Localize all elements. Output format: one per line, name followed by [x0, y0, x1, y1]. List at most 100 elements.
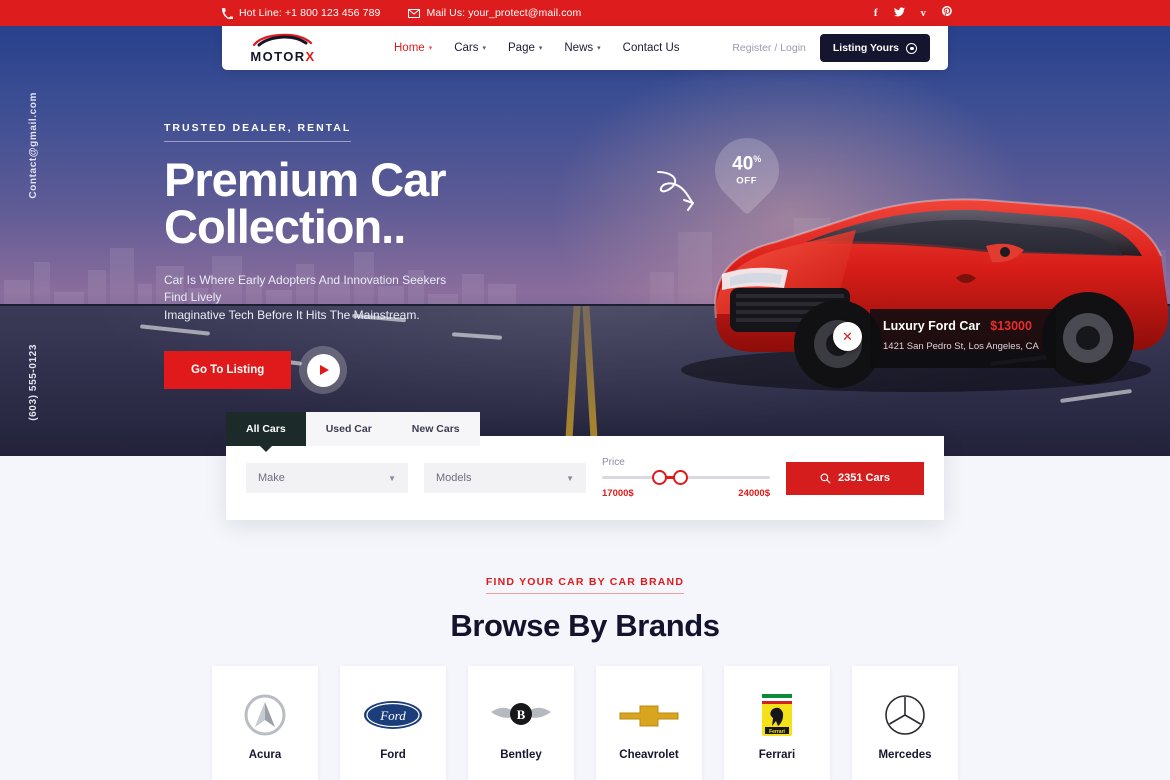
hero-title: Premium Car Collection..	[164, 156, 684, 250]
ford-logo-icon: Ford	[363, 689, 423, 741]
brand-grid: Acura Ford Ford B Bentley Cheavrolet Fer…	[0, 666, 1170, 780]
brand-name: Acura	[248, 749, 282, 761]
hotline-text: Hot Line: +1 800 123 456 789	[239, 7, 381, 19]
facebook-icon[interactable]: f	[874, 7, 878, 19]
chevron-down-icon: ▼	[388, 473, 396, 483]
brand-name: Ford	[380, 749, 406, 761]
car-silhouette-icon	[252, 33, 313, 47]
nav-item-page[interactable]: Page ▾	[508, 42, 542, 54]
top-bar-contact-group: Hot Line: +1 800 123 456 789 Mail Us: yo…	[222, 7, 722, 19]
price-label: Price	[602, 457, 625, 468]
svg-text:Ford: Ford	[379, 708, 406, 723]
models-select-value: Models	[436, 472, 472, 484]
play-icon	[306, 353, 340, 387]
brand-name: Mercedes	[878, 749, 932, 761]
brand-name: Bentley	[500, 749, 542, 761]
brand-name: Ferrari	[758, 749, 796, 761]
brands-section: FIND YOUR CAR BY CAR BRAND Browse By Bra…	[0, 572, 1170, 780]
site-logo[interactable]: MOTORX	[240, 33, 326, 63]
mail-item[interactable]: Mail Us: your_protect@mail.com	[408, 7, 581, 19]
hero-cta-group: Go To Listing	[164, 346, 684, 395]
ferrari-logo-icon: Ferrari	[760, 689, 794, 741]
brands-eyebrow: FIND YOUR CAR BY CAR BRAND	[485, 576, 685, 594]
register-login-link[interactable]: Register / Login	[732, 42, 806, 54]
chevron-down-icon: ▼	[566, 473, 574, 483]
search-icon	[820, 473, 831, 483]
hero-copy: TRUSTED DEALER, RENTAL Premium Car Colle…	[164, 118, 684, 395]
car-info-card: Luxury Ford Car $13000 1421 San Pedro St…	[870, 309, 1056, 368]
car-name: Luxury Ford Car	[883, 319, 981, 333]
search-panel: Make ▼ Models ▼ Price 17000$ 24000$ 2351…	[226, 436, 944, 520]
listing-yours-label: Listing Yours	[832, 42, 899, 54]
pinterest-icon[interactable]	[942, 6, 952, 20]
hero-subtitle-line-2: Imaginative Tech Before It Hits The Main…	[164, 307, 420, 322]
hotline-item[interactable]: Hot Line: +1 800 123 456 789	[222, 7, 380, 19]
brand-card-ferrari[interactable]: Ferrari Ferrari	[724, 666, 830, 780]
hero-title-line-2: Collection..	[164, 200, 406, 253]
price-min-value: 17000$	[602, 488, 634, 499]
chevron-down-icon: ▾	[538, 45, 543, 52]
tab-new-cars[interactable]: New Cars	[391, 412, 480, 446]
listing-yours-button[interactable]: Listing Yours	[819, 34, 930, 62]
car-card-close-button[interactable]: ✕	[833, 322, 862, 351]
price-max-value: 24000$	[738, 488, 770, 499]
chevrolet-logo-icon	[618, 689, 680, 741]
target-circle-icon	[906, 42, 917, 54]
play-video-button[interactable]	[299, 346, 348, 395]
price-slider-knob-min[interactable]	[652, 470, 668, 485]
svg-text:Ferrari: Ferrari	[769, 729, 785, 735]
brand-card-ford[interactable]: Ford Ford	[340, 666, 446, 780]
make-select-value: Make	[258, 472, 285, 484]
search-cars-button[interactable]: 2351 Cars	[786, 461, 924, 495]
nav-right-group: Register / Login Listing Yours	[732, 34, 930, 62]
envelope-icon	[408, 8, 421, 18]
price-values: 17000$ 24000$	[602, 488, 770, 499]
bentley-logo-icon: B	[489, 689, 553, 741]
tab-used-car[interactable]: Used Car	[305, 412, 392, 446]
chevron-down-icon: ▾	[428, 45, 433, 52]
price-slider-track[interactable]	[602, 470, 770, 485]
search-tabs: All Cars Used Car New Cars	[226, 412, 480, 452]
price-range-filter: Price 17000$ 24000$	[602, 457, 770, 499]
svg-text:B: B	[517, 707, 526, 722]
make-select[interactable]: Make ▼	[246, 463, 408, 493]
acura-logo-icon	[243, 689, 287, 741]
brand-card-chevrolet[interactable]: Cheavrolet	[596, 666, 702, 780]
hero-subtitle: Car Is Where Early Adopters And Innovati…	[164, 272, 464, 324]
brand-card-bentley[interactable]: B Bentley	[468, 666, 574, 780]
brand-card-acura[interactable]: Acura	[212, 666, 318, 780]
nav-item-home[interactable]: Home ▾	[394, 42, 432, 54]
hero-section: Contact@gmail.com (603) 555-0123 TRUSTED…	[0, 26, 1170, 456]
top-bar: Hot Line: +1 800 123 456 789 Mail Us: yo…	[0, 0, 1170, 26]
car-price: $13000	[990, 319, 1032, 333]
hero-eyebrow: TRUSTED DEALER, RENTAL	[164, 122, 352, 142]
side-phone[interactable]: (603) 555-0123	[28, 344, 39, 421]
nav-item-news[interactable]: News ▾	[564, 42, 600, 54]
brands-title: Browse By Brands	[450, 608, 720, 643]
nav-menu: Home ▾ Cars ▾ Page ▾ News ▾ Contact Us	[394, 42, 680, 54]
mail-text: Mail Us: your_protect@mail.com	[426, 7, 582, 19]
models-select[interactable]: Models ▼	[424, 463, 586, 493]
main-navbar: MOTORX Home ▾ Cars ▾ Page ▾ News ▾ Contact U…	[222, 26, 948, 70]
search-button-label: 2351 Cars	[838, 472, 890, 484]
nav-item-contact-us[interactable]: Contact Us	[623, 42, 680, 54]
brand-name: Cheavrolet	[619, 749, 679, 761]
hero-title-line-1: Premium Car	[164, 153, 447, 206]
nav-item-cars[interactable]: Cars ▾	[454, 42, 486, 54]
social-links: f v	[874, 6, 952, 20]
price-slider-knob-max[interactable]	[672, 470, 688, 485]
mercedes-logo-icon	[883, 689, 927, 741]
go-to-listing-button[interactable]: Go To Listing	[164, 351, 292, 390]
page-root: Hot Line: +1 800 123 456 789 Mail Us: yo…	[0, 0, 1170, 780]
logo-text: MOTORX	[250, 49, 316, 64]
tab-all-cars[interactable]: All Cars	[226, 412, 306, 452]
twitter-bird-icon	[893, 6, 905, 16]
side-email[interactable]: Contact@gmail.com	[28, 92, 39, 199]
phone-icon	[222, 7, 233, 19]
brand-card-mercedes[interactable]: Mercedes	[852, 666, 958, 780]
chevron-down-icon: ▾	[597, 45, 601, 52]
car-address: 1421 San Pedro St, Los Angeles, CA	[883, 341, 1039, 352]
hero-subtitle-line-1: Car Is Where Early Adopters And Innovati…	[164, 273, 447, 305]
vimeo-icon[interactable]: v	[921, 7, 927, 19]
twitter-icon[interactable]	[893, 6, 905, 20]
